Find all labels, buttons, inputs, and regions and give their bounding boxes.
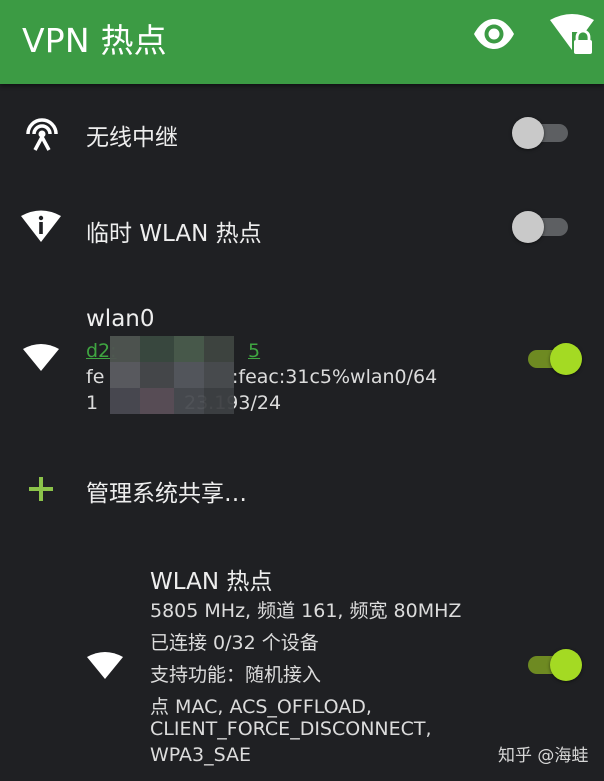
wlan0-label: wlan0 bbox=[86, 306, 155, 332]
plus-icon bbox=[29, 477, 53, 501]
temp-hotspot-row[interactable]: 临时 WLAN 热点 bbox=[0, 194, 604, 260]
manage-tethering-row[interactable]: 管理系统共享… bbox=[0, 460, 604, 518]
eye-icon[interactable] bbox=[472, 16, 516, 52]
repeater-toggle[interactable] bbox=[512, 114, 570, 150]
wlan-hotspot-detail: 点 MAC, ACS_OFFLOAD, bbox=[150, 696, 372, 718]
app-title: VPN 热点 bbox=[22, 21, 167, 60]
manage-tethering-label: 管理系统共享… bbox=[86, 481, 247, 507]
redaction-blur bbox=[110, 336, 234, 414]
wlan-hotspot-detail: 已连接 0/32 个设备 bbox=[150, 632, 319, 654]
repeater-antenna-icon bbox=[26, 118, 58, 151]
wlan-hotspot-detail: 5805 MHz, 频道 161, 频宽 80MHZ bbox=[150, 600, 462, 622]
watermark: 知乎 @海蛙 bbox=[498, 746, 589, 766]
wlan0-row[interactable]: wlan0 d2: 5 fe :feac:31c5%wlan0/64 1 23.… bbox=[0, 296, 604, 426]
temp-hotspot-label: 临时 WLAN 热点 bbox=[86, 221, 262, 247]
wlan-hotspot-detail: 支持功能：随机接入 bbox=[150, 664, 322, 686]
wlan0-mac-suffix[interactable]: 5 bbox=[248, 340, 260, 362]
wifi-info-icon bbox=[21, 210, 61, 242]
wlan0-toggle[interactable] bbox=[526, 340, 582, 376]
wlan-hotspot-detail: CLIENT_FORCE_DISCONNECT, bbox=[150, 718, 432, 740]
wlan0-ipv6-suffix: :feac:31c5%wlan0/64 bbox=[232, 366, 438, 388]
wifi-icon bbox=[23, 344, 59, 371]
wlan-hotspot-detail: WPA3_SAE bbox=[150, 744, 252, 766]
wlan0-ipv4-prefix: 1 bbox=[86, 392, 99, 414]
wifi-lock-icon[interactable] bbox=[548, 12, 596, 56]
wlan0-ipv6-prefix: fe bbox=[86, 366, 105, 388]
repeater-label: 无线中继 bbox=[86, 125, 178, 151]
repeater-row[interactable]: 无线中继 bbox=[0, 100, 604, 166]
app-bar: VPN 热点 bbox=[0, 0, 604, 84]
wlan-hotspot-toggle[interactable] bbox=[526, 646, 582, 682]
wlan-hotspot-label: WLAN 热点 bbox=[150, 569, 273, 595]
wifi-icon bbox=[87, 652, 123, 679]
temp-hotspot-toggle[interactable] bbox=[512, 208, 570, 244]
